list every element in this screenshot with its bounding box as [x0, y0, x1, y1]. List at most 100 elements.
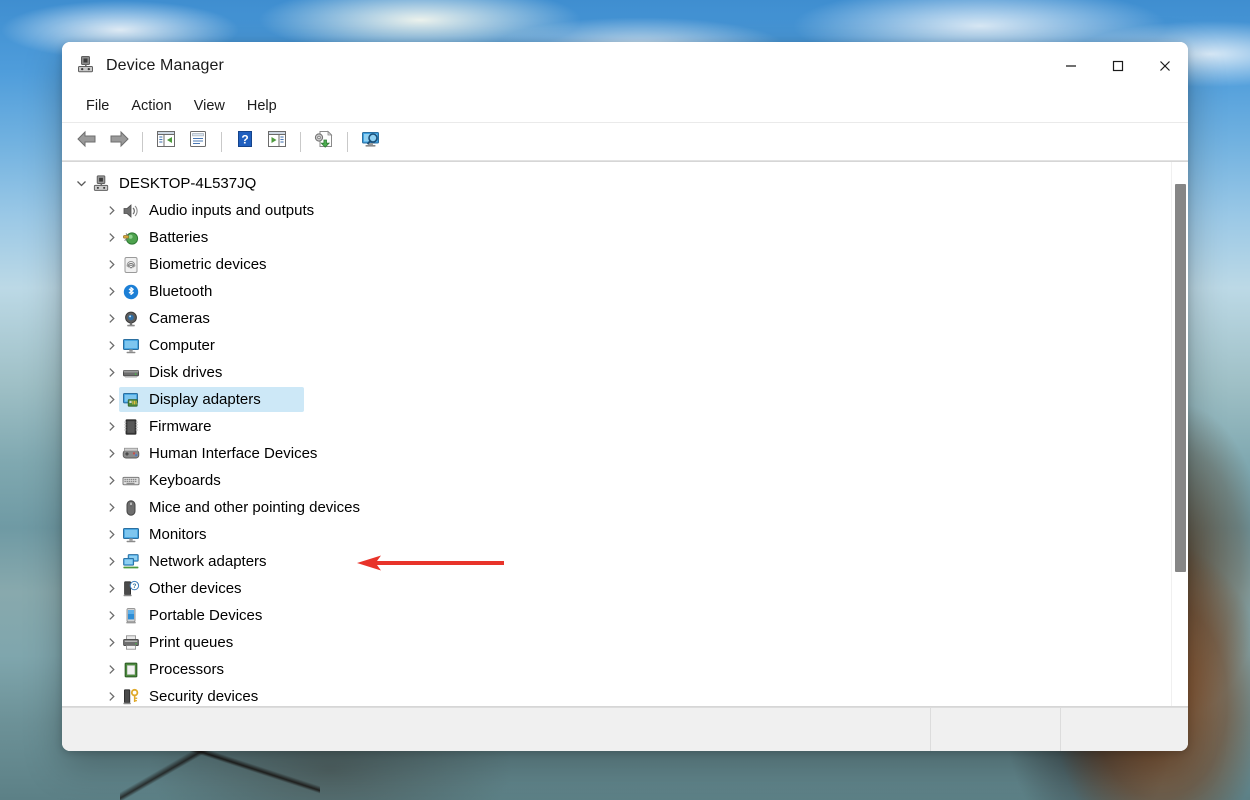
network-adapter-icon: [120, 552, 142, 572]
chevron-right-icon[interactable]: [102, 340, 120, 351]
tree-item-computer[interactable]: Computer: [62, 332, 1188, 359]
vertical-scroll-thumb[interactable]: [1175, 184, 1186, 572]
tree-item-keyboards[interactable]: Keyboards: [62, 467, 1188, 494]
tree-item-label: Cameras: [149, 311, 210, 326]
tree-item-audio-inputs-and-outputs[interactable]: Audio inputs and outputs: [62, 197, 1188, 224]
scan-monitor-icon: [360, 129, 382, 154]
device-manager-icon: [76, 54, 96, 79]
run-button[interactable]: [262, 128, 292, 156]
chevron-right-icon[interactable]: [102, 529, 120, 540]
monitor-icon: [120, 336, 142, 356]
tree-item-biometric-devices[interactable]: Biometric devices: [62, 251, 1188, 278]
tree-item-portable-devices[interactable]: Portable Devices: [62, 602, 1188, 629]
printer-icon: [120, 633, 142, 653]
device-manager-window: Device Manager File Action View Help: [62, 42, 1188, 751]
toolbar: ?: [62, 123, 1188, 161]
chevron-right-icon[interactable]: [102, 556, 120, 567]
camera-icon: [120, 309, 142, 329]
chevron-right-icon[interactable]: [102, 691, 120, 702]
chevron-right-icon[interactable]: [102, 583, 120, 594]
chevron-right-icon[interactable]: [102, 259, 120, 270]
computer-root-icon: [90, 174, 112, 194]
tree-root-item[interactable]: DESKTOP-4L537JQ: [62, 170, 1188, 197]
vertical-scrollbar[interactable]: [1171, 162, 1188, 706]
right-arrow-icon: [108, 130, 130, 153]
status-bar-main-pane: [62, 708, 931, 751]
left-arrow-icon: [76, 130, 98, 153]
keyboard-icon: [120, 471, 142, 491]
tree-item-label: Audio inputs and outputs: [149, 203, 314, 218]
security-key-icon: [120, 687, 142, 707]
svg-text:?: ?: [132, 583, 136, 590]
menu-item-action[interactable]: Action: [121, 94, 181, 118]
show-hide-console-tree-button[interactable]: [151, 128, 181, 156]
desktop-background: Device Manager File Action View Help: [0, 0, 1250, 800]
tree-item-label: Batteries: [149, 230, 208, 245]
help-button[interactable]: ?: [230, 128, 260, 156]
scan-hardware-changes-button[interactable]: [356, 128, 386, 156]
hid-gamepad-icon: [120, 444, 142, 464]
tree-item-batteries[interactable]: Batteries: [62, 224, 1188, 251]
tree-item-mice-and-other-pointing-devices[interactable]: Mice and other pointing devices: [62, 494, 1188, 521]
chevron-right-icon[interactable]: [102, 448, 120, 459]
tree-item-display-adapters[interactable]: Display adapters: [62, 386, 1188, 413]
tree-item-bluetooth[interactable]: Bluetooth: [62, 278, 1188, 305]
forward-button[interactable]: [104, 128, 134, 156]
tree-item-firmware[interactable]: Firmware: [62, 413, 1188, 440]
menu-item-file[interactable]: File: [76, 94, 119, 118]
tree-item-cameras[interactable]: Cameras: [62, 305, 1188, 332]
chevron-right-icon[interactable]: [102, 475, 120, 486]
menu-item-help[interactable]: Help: [237, 94, 287, 118]
portable-phone-icon: [120, 606, 142, 626]
tree-item-label: Monitors: [149, 527, 207, 542]
tree-item-human-interface-devices[interactable]: Human Interface Devices: [62, 440, 1188, 467]
disk-drive-icon: [120, 363, 142, 383]
chevron-right-icon[interactable]: [102, 394, 120, 405]
chevron-right-icon[interactable]: [102, 610, 120, 621]
tree-item-label: Keyboards: [149, 473, 221, 488]
menu-item-view[interactable]: View: [184, 94, 235, 118]
tree-item-disk-drives[interactable]: Disk drives: [62, 359, 1188, 386]
status-bar-pane-a: [931, 708, 1061, 751]
chevron-right-icon[interactable]: [102, 232, 120, 243]
status-bar-pane-b: [1061, 708, 1188, 751]
chevron-down-icon[interactable]: [72, 178, 90, 189]
chevron-right-icon[interactable]: [102, 502, 120, 513]
play-window-icon: [266, 129, 288, 154]
status-bar: [62, 707, 1188, 751]
maximize-button[interactable]: [1094, 42, 1141, 90]
bluetooth-icon: [120, 282, 142, 302]
tree-item-label: Display adapters: [149, 392, 261, 407]
tree-item-monitors[interactable]: Monitors: [62, 521, 1188, 548]
processor-icon: [120, 660, 142, 680]
console-tree-icon: [155, 129, 177, 154]
tree-item-label: Disk drives: [149, 365, 222, 380]
close-button[interactable]: [1141, 42, 1188, 90]
back-button[interactable]: [72, 128, 102, 156]
tree-item-print-queues[interactable]: Print queues: [62, 629, 1188, 656]
chevron-right-icon[interactable]: [102, 313, 120, 324]
chevron-right-icon[interactable]: [102, 664, 120, 675]
tree-item-label: Biometric devices: [149, 257, 267, 272]
tree-item-network-adapters[interactable]: Network adapters: [62, 548, 1188, 575]
tree-item-security-devices[interactable]: Security devices: [62, 683, 1188, 706]
tree-item-label: Human Interface Devices: [149, 446, 317, 461]
tree-item-label: Print queues: [149, 635, 233, 650]
monitor-icon: [120, 525, 142, 545]
chevron-right-icon[interactable]: [102, 286, 120, 297]
device-tree[interactable]: DESKTOP-4L537JQ Audio inputs and o: [62, 162, 1188, 706]
help-question-icon: ?: [235, 129, 255, 154]
window-controls: [1047, 42, 1188, 90]
chevron-right-icon[interactable]: [102, 637, 120, 648]
unknown-device-icon: ?: [120, 579, 142, 599]
chevron-right-icon[interactable]: [102, 421, 120, 432]
tree-item-processors[interactable]: Processors: [62, 656, 1188, 683]
chevron-right-icon[interactable]: [102, 367, 120, 378]
chevron-right-icon[interactable]: [102, 205, 120, 216]
tree-item-label: Processors: [149, 662, 224, 677]
speaker-icon: [120, 201, 142, 221]
tree-item-other-devices[interactable]: ? Other devices: [62, 575, 1188, 602]
properties-button[interactable]: [183, 128, 213, 156]
minimize-button[interactable]: [1047, 42, 1094, 90]
update-driver-button[interactable]: [309, 128, 339, 156]
